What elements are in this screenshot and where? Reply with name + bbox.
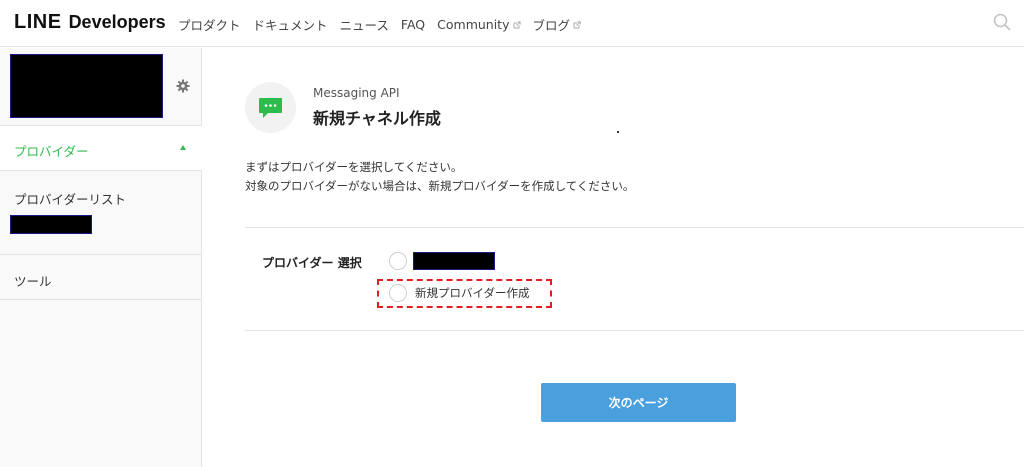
divider: [0, 254, 202, 255]
account-avatar-redacted[interactable]: [10, 54, 163, 118]
radio-existing-provider[interactable]: [389, 252, 407, 270]
nav-products[interactable]: プロダクト: [178, 15, 241, 34]
sidebar: プロバイダー プロバイダーリスト ツール: [0, 48, 202, 467]
logo-developers-text: Developers: [68, 12, 166, 32]
external-link-icon: [513, 20, 521, 28]
line-developers-logo[interactable]: LINE Developers: [14, 11, 166, 34]
nav-faq[interactable]: FAQ: [401, 15, 425, 34]
search-icon[interactable]: [993, 13, 1011, 31]
nav-community-label: Community: [437, 17, 510, 32]
main-nav: プロダクト ドキュメント ニュース FAQ Community ブログ: [178, 15, 593, 34]
divider: [0, 170, 202, 171]
gear-icon[interactable]: [176, 79, 190, 93]
external-link-icon: [573, 20, 581, 28]
next-page-button[interactable]: 次のページ: [541, 383, 736, 422]
sidebar-provider-item-redacted[interactable]: [10, 215, 92, 234]
sidebar-provider-section[interactable]: プロバイダー: [0, 126, 202, 170]
provider-select-label: プロバイダー 選択: [262, 256, 362, 270]
nav-news-label: ニュース: [339, 18, 389, 33]
sidebar-item-provider-list[interactable]: プロバイダーリスト: [14, 189, 126, 208]
divider: [0, 299, 202, 300]
top-header: LINE Developers プロダクト ドキュメント ニュース FAQ Co…: [0, 0, 1024, 47]
messaging-api-icon-badge: [245, 82, 296, 133]
nav-news[interactable]: ニュース: [340, 15, 389, 34]
sidebar-provider-label: プロバイダー: [14, 144, 89, 159]
existing-provider-name-redacted: [413, 252, 495, 270]
nav-blog-label: ブログ: [532, 18, 571, 33]
stray-dot: [617, 131, 619, 133]
nav-documents-label: ドキュメント: [252, 18, 328, 33]
nav-blog[interactable]: ブログ: [533, 15, 582, 34]
divider: [245, 227, 1024, 228]
description-line-1: まずはプロバイダーを選択してください。: [245, 160, 463, 174]
page-title: 新規チャネル作成: [313, 109, 441, 128]
chat-bubble-icon: [259, 98, 282, 118]
divider: [245, 330, 1024, 331]
description-line-2: 対象のプロバイダーがない場合は、新規プロバイダーを作成してください。: [245, 179, 635, 193]
logo-line-text: LINE: [14, 11, 62, 33]
new-provider-option-label[interactable]: 新規プロバイダー作成: [415, 285, 530, 301]
nav-community[interactable]: Community: [437, 15, 521, 34]
nav-faq-label: FAQ: [400, 17, 426, 32]
nav-documents[interactable]: ドキュメント: [253, 15, 328, 34]
radio-new-provider[interactable]: [389, 284, 407, 302]
caret-up-icon: [180, 145, 186, 150]
nav-products-label: プロダクト: [178, 18, 241, 33]
sidebar-item-tools[interactable]: ツール: [14, 271, 52, 290]
api-name: Messaging API: [313, 86, 400, 100]
